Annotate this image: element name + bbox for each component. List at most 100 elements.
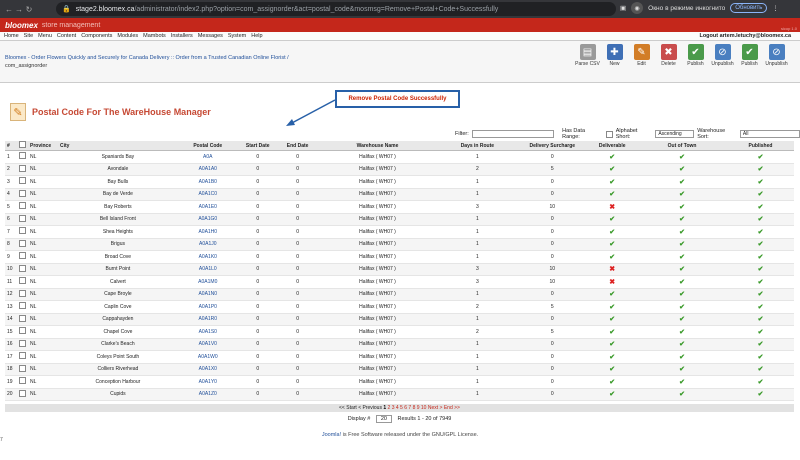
page-link[interactable]: 6 bbox=[404, 405, 407, 411]
postal-code-link[interactable]: A0A1E0 bbox=[177, 200, 238, 214]
check-icon[interactable]: ✔ bbox=[679, 154, 685, 161]
row-checkbox[interactable] bbox=[18, 289, 26, 297]
check-icon[interactable]: ✔ bbox=[758, 254, 764, 261]
check-icon[interactable]: ✔ bbox=[758, 379, 764, 386]
row-checkbox[interactable] bbox=[18, 164, 26, 172]
page-link[interactable]: 5 bbox=[400, 405, 403, 411]
cross-icon[interactable]: ✖ bbox=[609, 204, 615, 211]
breadcrumb-link[interactable]: Bloomex - Order Flowers Quickly and Secu… bbox=[5, 55, 289, 61]
table-row[interactable]: 15 NL Chapel Cove A0A1S0 0 0 Halifax ( WH07 ) 2… bbox=[5, 325, 794, 339]
check-icon[interactable]: ✔ bbox=[609, 391, 615, 398]
table-row[interactable]: 7 NL Shea Heights A0A1H0 0 0 Halifax ( WH07 ) 1… bbox=[5, 225, 794, 239]
filter-input[interactable] bbox=[471, 130, 555, 138]
table-row[interactable]: 11 NL Calvert A0A1M0 0 0 Halifax ( WH07 ) 3 10 ✖ ✔… bbox=[5, 275, 794, 289]
column-header[interactable]: Published bbox=[727, 141, 794, 151]
column-header[interactable]: Province bbox=[27, 141, 58, 151]
postal-code-link[interactable]: A0A1S0 bbox=[177, 325, 238, 339]
pagination-start-prev[interactable]: << Start < Previous bbox=[339, 405, 382, 411]
table-row[interactable]: 10 NL Burnt Point A0A1L0 0 0 Halifax ( WH07 ) 3… bbox=[5, 263, 794, 276]
table-row[interactable]: 19 NL Conception Harbour A0A1Y0 0 0 Halifax ( … bbox=[5, 375, 794, 389]
joomla-link[interactable]: Joomla! bbox=[322, 432, 341, 438]
column-header[interactable]: Out of Town bbox=[637, 141, 727, 151]
page-link[interactable]: 9 bbox=[417, 405, 420, 411]
postal-code-link[interactable]: A0A1V0 bbox=[177, 338, 238, 351]
check-icon[interactable]: ✔ bbox=[609, 241, 615, 248]
table-row[interactable]: 1 NL Spaniards Bay A0A 0 0 Halifax ( WH07 ) 1 0 ✔… bbox=[5, 150, 794, 164]
column-header[interactable]: Warehouse Name bbox=[317, 141, 438, 151]
check-icon[interactable]: ✔ bbox=[679, 354, 685, 361]
table-row[interactable]: 4 NL Bay de Verde A0A1C0 0 0 Halifax ( WH07 ) 1… bbox=[5, 188, 794, 201]
row-checkbox[interactable] bbox=[18, 214, 26, 222]
table-row[interactable]: 9 NL Broad Cove A0A1K0 0 0 Halifax ( WH07 ) 1 0 ✔… bbox=[5, 250, 794, 264]
check-icon[interactable]: ✔ bbox=[609, 341, 615, 348]
check-icon[interactable]: ✔ bbox=[679, 191, 685, 198]
menu-item-site[interactable]: Site bbox=[24, 33, 33, 39]
check-icon[interactable]: ✔ bbox=[758, 279, 764, 286]
menu-item-system[interactable]: System bbox=[228, 33, 246, 39]
check-icon[interactable]: ✔ bbox=[679, 379, 685, 386]
check-icon[interactable]: ✔ bbox=[758, 291, 764, 298]
menu-item-content[interactable]: Content bbox=[57, 33, 76, 39]
date-range-checkbox[interactable] bbox=[605, 130, 613, 138]
column-header[interactable]: City bbox=[57, 141, 178, 151]
postal-code-link[interactable]: A0A1B0 bbox=[177, 175, 238, 189]
check-icon[interactable]: ✔ bbox=[758, 329, 764, 336]
check-icon[interactable]: ✔ bbox=[758, 179, 764, 186]
row-checkbox[interactable] bbox=[18, 239, 26, 247]
column-header[interactable]: End Date bbox=[277, 141, 318, 151]
row-checkbox[interactable] bbox=[18, 339, 26, 347]
check-icon[interactable]: ✔ bbox=[679, 166, 685, 173]
table-row[interactable]: 5 NL Bay Roberts A0A1E0 0 0 Halifax ( WH07 ) 3 1… bbox=[5, 200, 794, 214]
postal-code-link[interactable]: A0A1W0 bbox=[177, 350, 238, 364]
row-checkbox[interactable] bbox=[18, 364, 26, 372]
check-icon[interactable]: ✔ bbox=[609, 166, 615, 173]
postal-code-link[interactable]: A0A1J0 bbox=[177, 238, 238, 251]
row-checkbox[interactable] bbox=[18, 202, 26, 210]
toolbar-button-publish[interactable]: ✔ Publish bbox=[682, 44, 709, 67]
column-header[interactable]: Days in Route bbox=[437, 141, 518, 151]
check-icon[interactable]: ✔ bbox=[758, 316, 764, 323]
reload-icon[interactable]: ↻ bbox=[24, 5, 34, 14]
table-row[interactable]: 18 NL Colliers Riverhead A0A1X0 0 0 Halifax ( … bbox=[5, 363, 794, 376]
row-checkbox[interactable] bbox=[18, 177, 26, 185]
check-icon[interactable]: ✔ bbox=[609, 179, 615, 186]
row-checkbox[interactable] bbox=[18, 252, 26, 260]
check-icon[interactable]: ✔ bbox=[679, 329, 685, 336]
back-icon[interactable]: ← bbox=[4, 5, 14, 14]
check-icon[interactable]: ✔ bbox=[609, 154, 615, 161]
alphabet-sort-select[interactable]: Ascending bbox=[655, 130, 695, 138]
check-icon[interactable]: ✔ bbox=[609, 254, 615, 261]
row-checkbox[interactable] bbox=[18, 277, 26, 285]
toolbar-button-edit[interactable]: ✎ Edit bbox=[628, 44, 655, 67]
check-icon[interactable]: ✔ bbox=[679, 391, 685, 398]
check-icon[interactable]: ✔ bbox=[758, 341, 764, 348]
column-header[interactable]: Delivery Surcharge bbox=[517, 141, 588, 151]
table-row[interactable]: 13 NL Caplin Cove A0A1P0 0 0 Halifax ( WH07 ) 2… bbox=[5, 300, 794, 314]
check-icon[interactable]: ✔ bbox=[758, 229, 764, 236]
check-icon[interactable]: ✔ bbox=[758, 391, 764, 398]
row-checkbox[interactable] bbox=[18, 314, 26, 322]
check-icon[interactable]: ✔ bbox=[758, 366, 764, 373]
check-icon[interactable]: ✔ bbox=[679, 291, 685, 298]
row-checkbox[interactable] bbox=[18, 264, 26, 272]
page-link[interactable]: 8 bbox=[413, 405, 416, 411]
cross-icon[interactable]: ✖ bbox=[609, 279, 615, 286]
postal-code-link[interactable]: A0A1N0 bbox=[177, 288, 238, 301]
forward-icon[interactable]: → bbox=[14, 5, 24, 14]
table-row[interactable]: 3 NL Bay Bulls A0A1B0 0 0 Halifax ( WH07 ) 1 0 ✔ ✔… bbox=[5, 175, 794, 189]
menu-item-modules[interactable]: Modules bbox=[117, 33, 138, 39]
check-icon[interactable]: ✔ bbox=[609, 316, 615, 323]
check-icon[interactable]: ✔ bbox=[758, 354, 764, 361]
cross-icon[interactable]: ✖ bbox=[609, 266, 615, 273]
row-checkbox[interactable] bbox=[18, 152, 26, 160]
menu-icon[interactable]: ⋮ bbox=[772, 4, 779, 12]
row-checkbox[interactable] bbox=[18, 189, 26, 197]
postal-code-link[interactable]: A0A1R0 bbox=[177, 313, 238, 326]
logout-link[interactable]: Logout artem.letuchy@bloomex.ca bbox=[699, 33, 791, 39]
page-link[interactable]: 2 bbox=[388, 405, 391, 411]
column-header[interactable]: # bbox=[5, 141, 17, 151]
check-icon[interactable]: ✔ bbox=[679, 316, 685, 323]
address-bar[interactable]: 🔒 stage2.bloomex.ca/administrator/index2… bbox=[56, 2, 616, 16]
postal-code-link[interactable]: A0A1H0 bbox=[177, 225, 238, 239]
check-icon[interactable]: ✔ bbox=[679, 241, 685, 248]
